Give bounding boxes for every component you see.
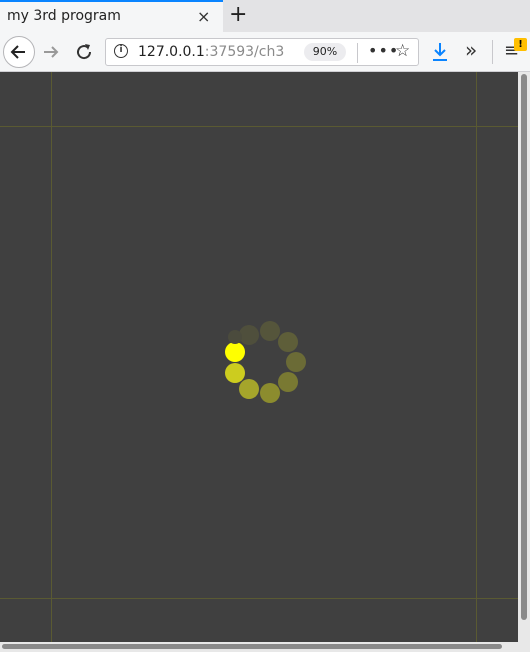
guide-line-left (51, 72, 52, 642)
url-path: :37593/ch3 (204, 44, 285, 60)
page-canvas[interactable] (0, 72, 518, 642)
url-separator (357, 43, 358, 63)
back-button[interactable] (3, 36, 35, 68)
spinner-dot (239, 379, 259, 399)
guide-line-top (0, 126, 518, 127)
spinner-dot (286, 352, 306, 372)
arrow-left-icon (10, 45, 25, 59)
guide-line-right (476, 72, 477, 642)
horizontal-scroll-thumb[interactable] (2, 644, 502, 649)
spinner-dot (239, 325, 259, 345)
spinner-dot (228, 330, 242, 344)
tab-title: my 3rd program (7, 8, 121, 24)
download-icon[interactable] (431, 41, 449, 63)
tab-active[interactable]: my 3rd program × (0, 0, 223, 32)
url-host: 127.0.0.1 (138, 44, 205, 60)
update-badge-icon: ! (514, 38, 527, 51)
toolbar-divider (492, 40, 493, 64)
spinner-dot (260, 321, 280, 341)
url-text[interactable]: 127.0.0.1:37593/ch3 (138, 44, 298, 60)
forward-icon[interactable] (40, 41, 62, 63)
zoom-indicator[interactable]: 90% (304, 43, 346, 61)
overflow-chevron-icon[interactable]: » (465, 38, 477, 62)
tab-close-icon[interactable]: × (197, 7, 210, 26)
spinner-dot (278, 372, 298, 392)
reload-icon[interactable] (73, 41, 95, 63)
navigation-bar: i 127.0.0.1:37593/ch3 90% ••• ☆ » ≡ ! (0, 32, 530, 72)
vertical-scroll-thumb[interactable] (521, 74, 527, 620)
new-tab-button[interactable]: + (229, 2, 247, 28)
spinner-dot (225, 342, 245, 362)
spinner-dot (260, 383, 280, 403)
info-icon[interactable]: i (114, 44, 128, 58)
bookmark-star-icon[interactable]: ☆ (395, 41, 410, 61)
guide-line-bottom (0, 598, 518, 599)
browser-chrome: my 3rd program × + i 127.0.0.1:37593/ch3… (0, 0, 530, 72)
tab-strip: my 3rd program × + (0, 0, 530, 32)
spinner-dot (278, 332, 298, 352)
url-bar[interactable]: i 127.0.0.1:37593/ch3 90% ••• ☆ (105, 38, 419, 66)
